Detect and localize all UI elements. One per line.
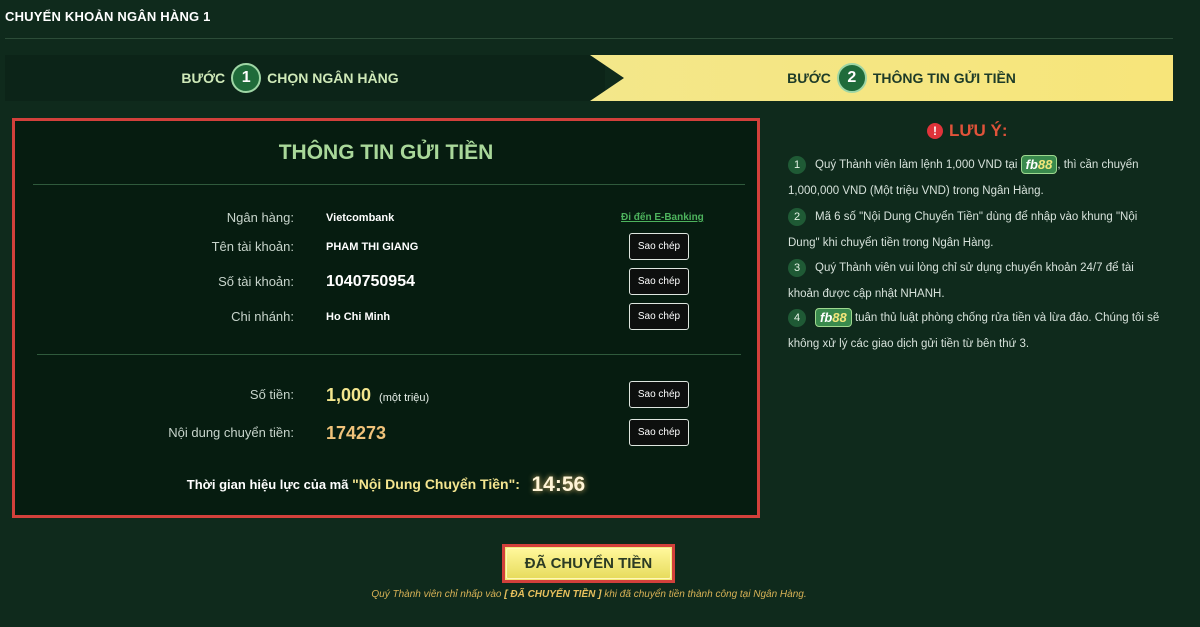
- copy-amount-button[interactable]: Sao chép: [629, 381, 689, 408]
- note-1-text-before: Quý Thành viên làm lệnh 1,000 VND tại: [815, 159, 1018, 171]
- copy-branch-button[interactable]: Sao chép: [629, 303, 689, 330]
- account-name-label: Tên tài khoản:: [211, 239, 294, 254]
- step-2-prefix: BƯỚC: [787, 70, 831, 86]
- note-item-1: 1 Quý Thành viên làm lệnh 1,000 VND tại f…: [788, 152, 1160, 204]
- brand-logo-badge: fb88: [1020, 155, 1058, 175]
- title-divider: [5, 38, 1173, 39]
- confirm-footnote: Quý Thành viên chỉ nhấp vào [ ĐÃ CHUYỂN …: [0, 589, 1178, 600]
- account-name-value: PHAM THI GIANG: [326, 241, 419, 253]
- branch-value: Ho Chi Minh: [326, 311, 391, 323]
- branch-row: Chi nhánh: Ho Chi Minh Sao chép: [15, 302, 757, 332]
- bank-value: Vietcombank: [326, 212, 395, 224]
- amount-row: Số tiền: 1,000 (một triệu) Sao chép: [15, 380, 757, 410]
- note-2-number: 2: [788, 207, 806, 226]
- step-1-label: CHỌN NGÂN HÀNG: [267, 70, 399, 86]
- panel-divider-middle: [37, 354, 741, 355]
- step-2-tab[interactable]: BƯỚC 2 THÔNG TIN GỬI TIỀN: [590, 55, 1173, 101]
- panel-heading: THÔNG TIN GỬI TIỀN: [278, 141, 494, 164]
- copy-account-name-button[interactable]: Sao chép: [629, 233, 689, 260]
- step-2-label: THÔNG TIN GỬI TIỀN: [872, 70, 1016, 86]
- note-4-number: 4: [788, 308, 806, 327]
- steps-bar: BƯỚC 1 CHỌN NGÂN HÀNG BƯỚC 2 THÔNG TIN G…: [5, 55, 1173, 101]
- note-1-number: 1: [788, 155, 806, 174]
- timer-prefix: Thời gian hiệu lực của mã: [186, 477, 349, 492]
- step-1-number: 1: [231, 63, 262, 93]
- bank-label: Ngân hàng:: [226, 210, 294, 225]
- copy-account-number-button[interactable]: Sao chép: [629, 268, 689, 295]
- ebanking-link[interactable]: Đi đến E-Banking: [621, 203, 704, 233]
- notes-title-text: LƯU Ý:: [949, 121, 1008, 140]
- step-2-number: 2: [836, 63, 867, 93]
- amount-unit: (một triệu): [379, 392, 430, 404]
- amount-label: Số tiền:: [249, 387, 294, 402]
- brand-logo-badge: fb88: [815, 308, 852, 328]
- page-title: CHUYỂN KHOẢN NGÂN HÀNG 1: [5, 9, 211, 24]
- panel-divider-top: [33, 184, 745, 185]
- note-3-text: Quý Thành viên vui lòng chỉ sử dụng chuy…: [788, 262, 1134, 300]
- timer-quoted-label: "Nội Dung Chuyển Tiền":: [352, 476, 520, 492]
- footnote-before: Quý Thành viên chỉ nhấp vào: [371, 589, 502, 600]
- amount-value-group: 1,000 (một triệu): [326, 380, 429, 413]
- note-3-number: 3: [788, 258, 806, 277]
- transfer-content-row: Nội dung chuyển tiền: 174273 Sao chép: [15, 418, 757, 448]
- note-2-text: Mã 6 số "Nội Dung Chuyển Tiền" dùng để n…: [788, 211, 1138, 249]
- countdown-clock: 14:56: [531, 473, 586, 496]
- account-number-row: Số tài khoản: 1040750954 Sao chép: [15, 267, 757, 297]
- transfer-content-value: 174273: [326, 423, 387, 443]
- footnote-bold: [ ĐÃ CHUYỂN TIỀN ]: [504, 589, 602, 600]
- confirm-transferred-button[interactable]: ĐÃ CHUYỂN TIỀN: [502, 544, 675, 583]
- branch-label: Chi nhánh:: [231, 309, 294, 324]
- amount-value: 1,000: [326, 385, 372, 405]
- note-item-4: 4 fb88 tuân thủ luật phòng chống rửa tiền…: [788, 305, 1160, 357]
- confirm-button-label: ĐÃ CHUYỂN TIỀN: [506, 548, 671, 579]
- bank-row: Ngân hàng: Vietcombank Đi đến E-Banking: [15, 203, 757, 233]
- note-item-2: 2 Mã 6 số "Nội Dung Chuyển Tiền" dùng để …: [788, 204, 1160, 256]
- warning-icon: !: [927, 123, 943, 139]
- transfer-content-label: Nội dung chuyển tiền:: [168, 425, 294, 440]
- note-item-3: 3 Quý Thành viên vui lòng chỉ sử dụng chu…: [788, 255, 1160, 307]
- account-number-label: Số tài khoản:: [218, 274, 294, 289]
- copy-transfer-content-button[interactable]: Sao chép: [629, 419, 689, 446]
- account-number-value: 1040750954: [326, 273, 415, 290]
- footnote-after: khi đã chuyển tiền thành công tại Ngân H…: [604, 589, 807, 600]
- step-1-prefix: BƯỚC: [181, 70, 226, 86]
- step-1-tab[interactable]: BƯỚC 1 CHỌN NGÂN HÀNG: [5, 55, 605, 101]
- deposit-info-panel: THÔNG TIN GỬI TIỀN Ngân hàng: Vietcomban…: [12, 118, 760, 518]
- notes-title: ! LƯU Ý:: [927, 121, 1008, 141]
- account-name-row: Tên tài khoản: PHAM THI GIANG Sao chép: [15, 232, 757, 262]
- code-validity-timer: Thời gian hiệu lực của mã "Nội Dung Chuy…: [15, 473, 757, 497]
